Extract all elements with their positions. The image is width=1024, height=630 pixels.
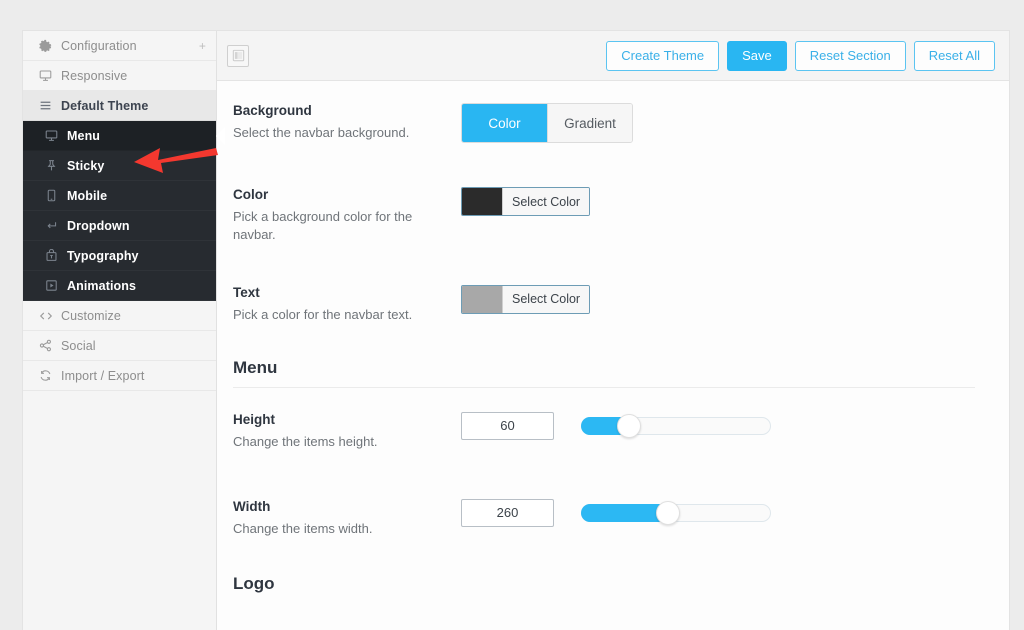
field-description: Change the items height. [233, 433, 378, 449]
field-control [461, 411, 985, 440]
mobile-icon [45, 189, 67, 202]
toolbar: Create Theme Save Reset Section Reset Al… [217, 31, 1009, 81]
sidebar-item-social[interactable]: Social [23, 331, 216, 361]
return-arrow-icon [45, 219, 67, 232]
background-color-picker[interactable]: Select Color [461, 187, 591, 216]
slider-knob[interactable] [656, 500, 681, 525]
field-description: Change the items width. [233, 520, 373, 536]
field-description: Pick a color for the navbar text. [233, 306, 413, 322]
field-title: Color [233, 187, 269, 202]
sidebar-item-menu[interactable]: Menu [23, 121, 225, 151]
field-control: Select Color [461, 187, 985, 216]
sidebar-item-label: Dropdown [67, 218, 130, 233]
sidebar-item-label: Typography [67, 248, 139, 263]
field-title: Width [233, 498, 271, 514]
background-option-color[interactable]: Color [462, 104, 547, 142]
sidebar-item-dropdown[interactable]: Dropdown [23, 211, 216, 241]
sidebar-item-typography[interactable]: Typography [23, 241, 216, 271]
field-description: Pick a background color for the navbar. [233, 209, 413, 242]
field-control: Color Gradient [461, 103, 985, 143]
field-text: Text Pick a color for the navbar text. S… [229, 284, 985, 324]
field-background: Background Select the navbar background.… [229, 103, 985, 143]
typography-icon [45, 249, 67, 262]
gear-icon [39, 39, 61, 52]
color-swatch [462, 188, 502, 215]
settings-content: Background Select the navbar background.… [217, 81, 1009, 630]
sidebar-item-animations[interactable]: Animations [23, 271, 216, 301]
sidebar-item-configuration[interactable]: Configuration + [23, 31, 216, 61]
field-color: Color Pick a background color for the na… [229, 187, 985, 244]
field-title: Text [233, 284, 260, 300]
section-menu: Menu [229, 358, 985, 388]
sidebar-item-label: Sticky [67, 158, 105, 173]
sidebar-toggle-icon[interactable] [227, 44, 249, 67]
sidebar-item-customize[interactable]: Customize [23, 301, 216, 331]
field-width: Width Change the items width. [229, 498, 985, 538]
reset-all-button[interactable]: Reset All [913, 40, 995, 71]
height-input[interactable] [461, 411, 554, 440]
section-divider [233, 386, 975, 388]
section-logo: Logo [229, 574, 985, 603]
reset-section-button[interactable]: Reset Section [794, 40, 906, 71]
sidebar-item-sticky[interactable]: Sticky [23, 151, 216, 181]
color-swatch [462, 285, 502, 313]
settings-panel: Configuration + Responsive Default Theme… [22, 30, 1010, 630]
field-label-group: Background Select the navbar background. [233, 103, 461, 142]
field-label-group: Text Pick a color for the navbar text. [233, 285, 461, 324]
section-title: Logo [233, 573, 275, 593]
sidebar-item-mobile[interactable]: Mobile [23, 181, 216, 211]
create-theme-button[interactable]: Create Theme [606, 40, 720, 71]
sidebar-item-label: Menu [67, 128, 101, 143]
background-type-toggle: Color Gradient [461, 103, 633, 143]
background-option-gradient[interactable]: Gradient [547, 104, 632, 142]
text-color-picker[interactable]: Select Color [461, 284, 591, 314]
sidebar-item-label: Mobile [67, 188, 108, 203]
select-color-label: Select Color [502, 188, 590, 215]
field-description: Select the navbar background. [233, 125, 410, 140]
field-label-group: Height Change the items height. [233, 412, 461, 451]
sidebar-item-label: Default Theme [61, 98, 149, 113]
field-control: Select Color [461, 284, 985, 314]
field-control [461, 498, 985, 527]
sidebar: Configuration + Responsive Default Theme… [23, 31, 225, 630]
sidebar-item-import-export[interactable]: Import / Export [23, 361, 216, 391]
sidebar-item-label: Social [61, 338, 96, 353]
field-title: Background [233, 103, 312, 118]
pin-icon [45, 159, 67, 172]
height-slider[interactable] [581, 413, 771, 438]
sidebar-item-label: Customize [61, 308, 121, 323]
field-label-group: Color Pick a background color for the na… [233, 187, 461, 244]
monitor-icon [45, 129, 67, 142]
main-column: Create Theme Save Reset Section Reset Al… [217, 31, 1009, 630]
menu-lines-icon [39, 99, 61, 112]
sidebar-item-default-theme[interactable]: Default Theme [23, 91, 216, 121]
monitor-icon [39, 69, 61, 82]
slider-knob[interactable] [616, 413, 641, 438]
sidebar-item-label: Responsive [61, 68, 128, 83]
code-icon [39, 309, 61, 323]
sidebar-item-responsive[interactable]: Responsive [23, 61, 216, 91]
play-box-icon [45, 279, 67, 292]
field-label-group: Width Change the items width. [233, 499, 461, 538]
sidebar-item-label: Configuration [61, 38, 137, 53]
select-color-label: Select Color [502, 285, 590, 313]
refresh-icon [39, 369, 61, 382]
expand-plus-icon[interactable]: + [193, 40, 206, 52]
field-height: Height Change the items height. [229, 411, 985, 451]
field-title: Height [233, 411, 275, 427]
sidebar-item-label: Animations [67, 278, 137, 293]
sidebar-item-label: Import / Export [61, 368, 145, 383]
width-slider[interactable] [581, 500, 771, 525]
section-title: Menu [233, 357, 278, 377]
width-input[interactable] [461, 498, 554, 527]
slider-fill [581, 503, 669, 522]
save-button[interactable]: Save [727, 40, 787, 71]
share-icon [39, 339, 61, 352]
